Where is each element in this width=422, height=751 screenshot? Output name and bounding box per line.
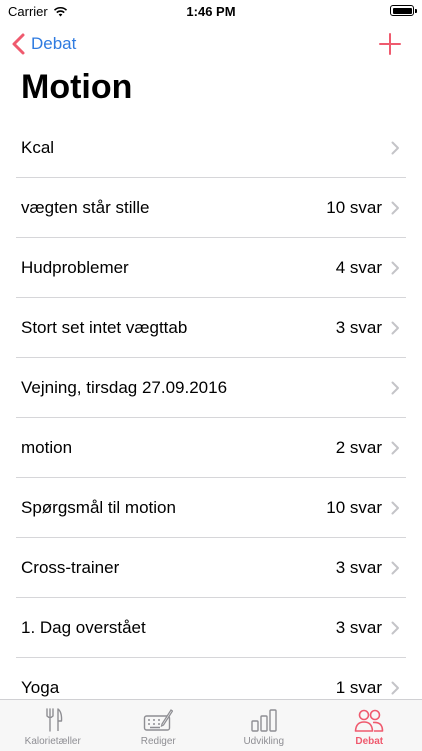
bar-chart-icon [249, 708, 279, 732]
chevron-right-icon [391, 381, 400, 395]
list-item[interactable]: Cross-trainer 3 svar [16, 538, 406, 598]
chevron-right-icon [391, 261, 400, 275]
tab-kalorietaeller[interactable]: Kalorietæller [0, 700, 106, 751]
topic-title: Hudproblemer [16, 258, 336, 278]
fork-knife-icon [38, 708, 68, 732]
reply-count: 10 svar [326, 498, 382, 518]
chevron-right-icon [391, 501, 400, 515]
chevron-right-icon [391, 621, 400, 635]
reply-count: 1 svar [336, 678, 382, 698]
battery-icon [390, 5, 414, 16]
tab-label: Kalorietæller [25, 736, 81, 747]
list-item[interactable]: 1. Dag overstået 3 svar [16, 598, 406, 658]
keyboard-pen-icon [143, 708, 173, 732]
list-item[interactable]: Hudproblemer 4 svar [16, 238, 406, 298]
chevron-right-icon [391, 441, 400, 455]
chevron-left-icon [10, 32, 28, 56]
list-item[interactable]: Vejning, tirsdag 27.09.2016 [16, 358, 406, 418]
back-button[interactable]: Debat [10, 32, 76, 56]
tab-udvikling[interactable]: Udvikling [211, 700, 317, 751]
status-bar: Carrier 1:46 PM [0, 0, 422, 24]
topic-title: Spørgsmål til motion [16, 498, 326, 518]
topic-title: Cross-trainer [16, 558, 336, 578]
tab-bar: Kalorietæller Rediger Udvikling Debat [0, 699, 422, 751]
reply-count: 3 svar [336, 318, 382, 338]
tab-label: Rediger [141, 736, 176, 747]
page-title: Motion [21, 68, 132, 107]
tab-label: Debat [355, 736, 383, 747]
list-item[interactable]: Kcal [16, 118, 406, 178]
tab-debat[interactable]: Debat [317, 700, 422, 751]
list-item[interactable]: vægten står stille 10 svar [16, 178, 406, 238]
chevron-right-icon [391, 141, 400, 155]
reply-count: 10 svar [326, 198, 382, 218]
back-label: Debat [31, 34, 76, 54]
reply-count: 4 svar [336, 258, 382, 278]
topic-title: vægten står stille [16, 198, 326, 218]
topic-title: Vejning, tirsdag 27.09.2016 [16, 378, 382, 398]
tab-rediger[interactable]: Rediger [106, 700, 212, 751]
list-item[interactable]: motion 2 svar [16, 418, 406, 478]
list-item[interactable]: Spørgsmål til motion 10 svar [16, 478, 406, 538]
reply-count: 3 svar [336, 618, 382, 638]
people-icon [354, 708, 384, 732]
topic-title: motion [16, 438, 336, 458]
chevron-right-icon [391, 321, 400, 335]
clock: 1:46 PM [0, 4, 422, 19]
chevron-right-icon [391, 681, 400, 695]
tab-label: Udvikling [243, 736, 284, 747]
topic-title: Kcal [16, 138, 382, 158]
reply-count: 3 svar [336, 558, 382, 578]
topic-title: 1. Dag overstået [16, 618, 336, 638]
list-item[interactable]: Stort set intet vægttab 3 svar [16, 298, 406, 358]
plus-icon[interactable] [378, 32, 402, 56]
chevron-right-icon [391, 201, 400, 215]
reply-count: 2 svar [336, 438, 382, 458]
chevron-right-icon [391, 561, 400, 575]
topic-title: Yoga [16, 678, 336, 698]
topic-list: Kcal vægten står stille 10 svar Hudprobl… [0, 118, 422, 718]
topic-title: Stort set intet vægttab [16, 318, 336, 338]
navigation-bar: Debat [0, 24, 422, 64]
